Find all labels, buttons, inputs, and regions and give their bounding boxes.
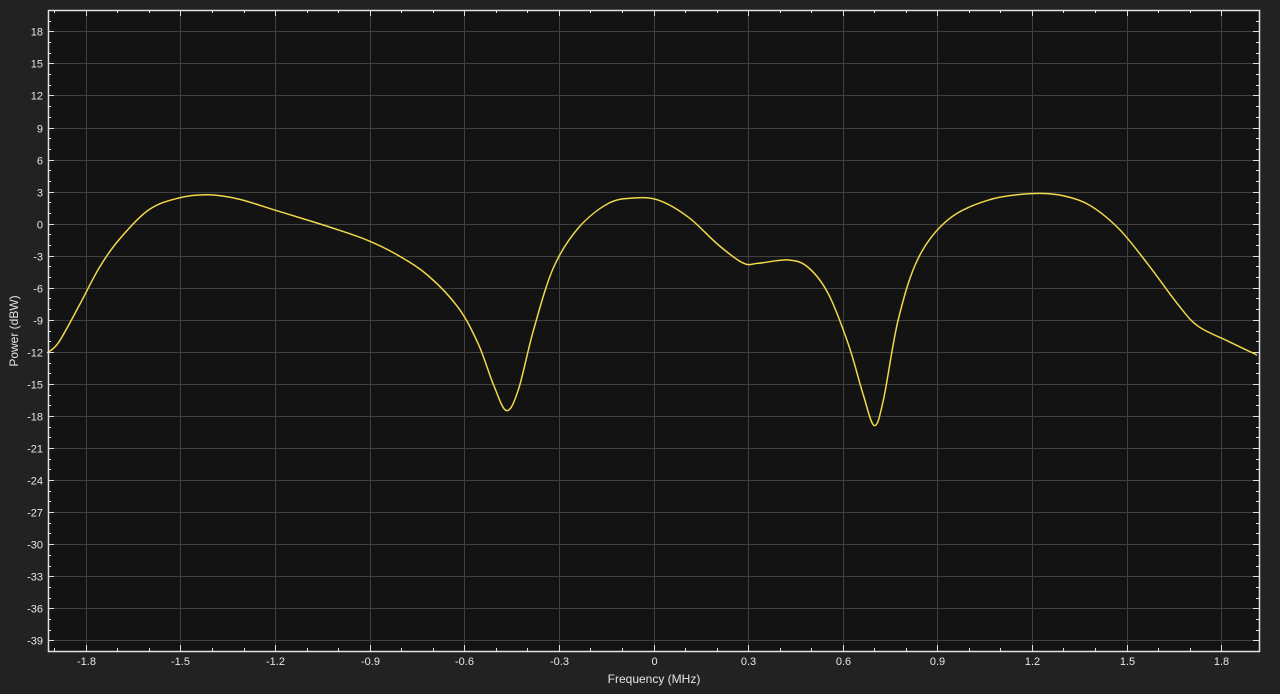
x-tick-label: 0.6 — [836, 656, 851, 668]
y-tick-label: -6 — [33, 284, 43, 296]
x-tick-label: 1.5 — [1120, 656, 1135, 668]
y-tick-label: 0 — [37, 220, 43, 232]
y-axis-label: Power (dBW) — [7, 295, 21, 366]
x-tick-label: -0.9 — [361, 656, 380, 668]
y-tick-label: -30 — [27, 540, 43, 552]
x-tick-label: -1.8 — [77, 656, 96, 668]
y-tick-label: 6 — [37, 156, 43, 168]
y-tick-label: -3 — [33, 252, 43, 264]
x-tick-label: 0.3 — [741, 656, 756, 668]
x-tick-label: 0 — [651, 656, 657, 668]
y-tick-label: -21 — [27, 444, 43, 456]
y-tick-label: -39 — [27, 636, 43, 648]
y-tick-label: -12 — [27, 348, 43, 360]
y-tick-label: -33 — [27, 572, 43, 584]
y-tick-label: 18 — [31, 27, 43, 39]
y-tick-label: 3 — [37, 188, 43, 200]
x-tick-label: -1.5 — [171, 656, 190, 668]
y-tick-label: -36 — [27, 604, 43, 616]
x-tick-label: 0.9 — [930, 656, 945, 668]
x-tick-label: -0.3 — [550, 656, 569, 668]
x-tick-label: -1.2 — [266, 656, 285, 668]
spectrum-chart: -1.8 -1.5 -1.2 -0.9 -0.6 -0.3 0 0.3 0.6 0.9 1.2 1.5… — [7, 9, 1261, 686]
plot-area — [48, 10, 1259, 651]
x-tick-label: -0.6 — [455, 656, 474, 668]
y-tick-label: 12 — [31, 91, 43, 103]
y-tick-label: -27 — [27, 508, 43, 520]
y-tick-label: 15 — [31, 59, 43, 71]
y-tick-label: -24 — [27, 476, 43, 488]
x-axis-label: Frequency (MHz) — [608, 672, 701, 686]
x-tick-label: 1.2 — [1025, 656, 1040, 668]
y-tick-label: -18 — [27, 412, 43, 424]
y-tick-label: -9 — [33, 316, 43, 328]
y-tick-label: 9 — [37, 124, 43, 136]
y-tick-label: -15 — [27, 380, 43, 392]
x-tick-label: 1.8 — [1214, 656, 1229, 668]
